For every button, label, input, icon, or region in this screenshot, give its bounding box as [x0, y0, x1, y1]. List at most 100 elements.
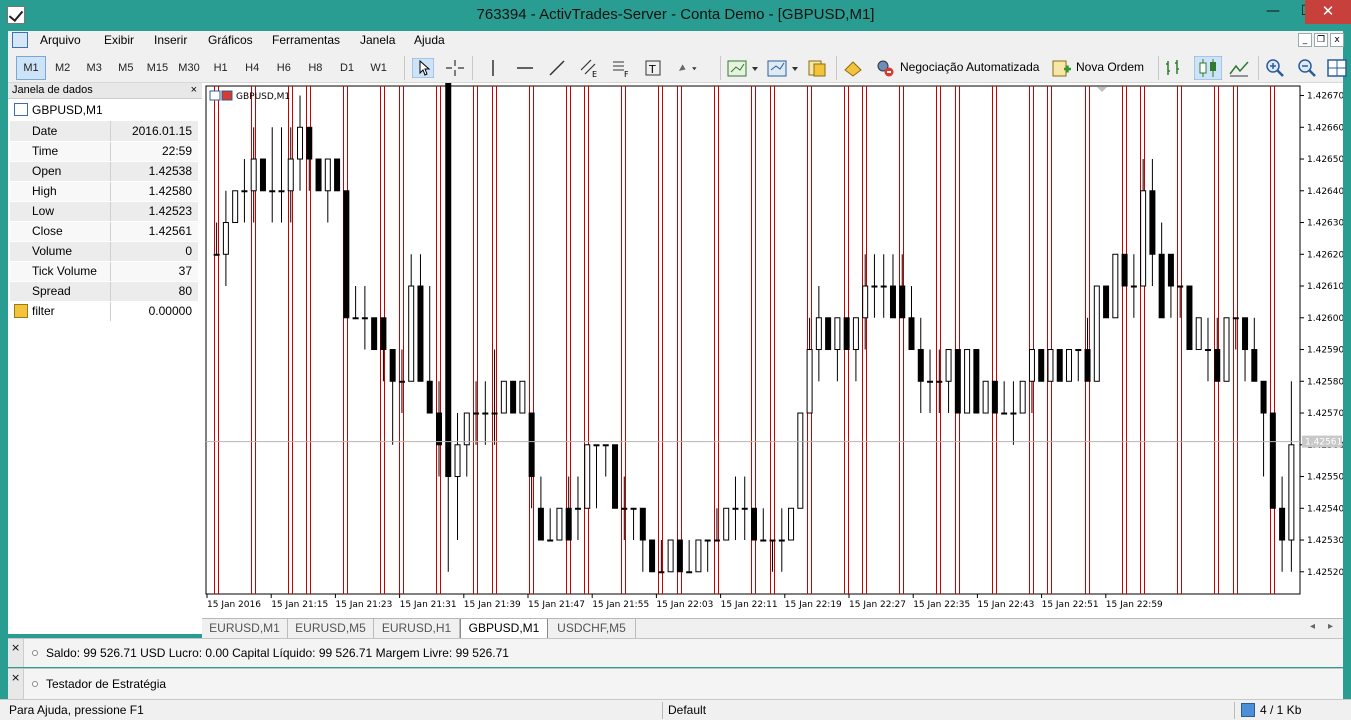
- chart-minimize-button[interactable]: _: [1298, 33, 1312, 47]
- timeframe-h8-button[interactable]: H8: [300, 56, 330, 80]
- y-tick-label: 1.42630: [1307, 219, 1343, 229]
- data-window-close-button[interactable]: ×: [191, 83, 197, 98]
- indicator-filter-key: filter: [10, 301, 111, 322]
- chart-tab-gbpusd-m1[interactable]: GBPUSD,M1: [460, 619, 548, 639]
- chart-tab-usdchf-m5[interactable]: USDCHF,M5: [548, 619, 636, 638]
- candle-body: [797, 412, 804, 509]
- tab-scroll-right-button[interactable]: ▸: [1328, 621, 1333, 632]
- price-chart-canvas[interactable]: 1.42670 1.42660 1.42650 1.42640 1.42630 1.426…: [202, 83, 1343, 618]
- tester-close-button[interactable]: ×: [11, 671, 20, 684]
- timeframe-m3-button[interactable]: M3: [79, 56, 109, 80]
- minimize-button[interactable]: —: [1257, 0, 1289, 24]
- terminal-side-strip: ×: [8, 639, 24, 667]
- candle-body: [1140, 190, 1147, 287]
- crosshair-icon[interactable]: [444, 58, 466, 78]
- menu-graficos[interactable]: Gráficos: [208, 33, 253, 47]
- auto-trading-label[interactable]: Negociação Automatizada: [900, 60, 1039, 74]
- menu-arquivo[interactable]: Arquivo: [40, 33, 81, 47]
- chart-tab-eurusd-h1[interactable]: EURUSD,H1: [374, 619, 460, 638]
- timeframe-h6-button[interactable]: H6: [269, 56, 299, 80]
- svg-text:T: T: [648, 63, 656, 76]
- data-row-close: Close 1.42561: [10, 221, 198, 242]
- menu-inserir[interactable]: Inserir: [154, 33, 187, 47]
- terminal-close-button[interactable]: ×: [11, 641, 20, 654]
- horizontal-line-icon[interactable]: [514, 58, 536, 78]
- timeframe-d1-button[interactable]: D1: [332, 56, 362, 80]
- x-tick-label: 15 Jan 22:59: [1106, 600, 1163, 610]
- bar-chart-icon[interactable]: [1162, 58, 1184, 78]
- candle-body: [723, 507, 730, 541]
- candle-body: [1149, 190, 1156, 255]
- indicator-filter-value: 0.00000: [110, 301, 198, 322]
- tab-scroll-left-button[interactable]: ◂: [1310, 621, 1315, 632]
- timeframe-h4-button[interactable]: H4: [237, 56, 267, 80]
- candle-body: [491, 412, 498, 415]
- close-button[interactable]: ✕: [1305, 0, 1351, 24]
- equidistant-channel-icon[interactable]: E: [578, 58, 600, 78]
- candle-body: [1112, 253, 1119, 319]
- menu-janela[interactable]: Janela: [360, 33, 395, 47]
- chart-symbol-label: GBPUSD,M1: [236, 92, 290, 102]
- menu-ferramentas[interactable]: Ferramentas: [272, 33, 340, 47]
- candle-body: [1010, 412, 1017, 415]
- chart-restore-button[interactable]: ❐: [1314, 33, 1328, 47]
- candle-body: [899, 285, 906, 319]
- candle-body: [1186, 285, 1193, 351]
- toolbar-separator: [1158, 56, 1159, 80]
- status-profile[interactable]: Default: [668, 703, 706, 717]
- arrows-dropdown-icon[interactable]: [676, 58, 698, 78]
- price-chart[interactable]: 1.42670 1.42660 1.42650 1.42640 1.42630 1.426…: [202, 83, 1343, 618]
- chart-tab-eurusd-m5[interactable]: EURUSD,M5: [288, 619, 374, 638]
- zoom-out-icon[interactable]: [1296, 58, 1318, 78]
- new-order-icon[interactable]: [1050, 58, 1072, 78]
- candle-body: [1103, 285, 1110, 319]
- timeframe-w1-button[interactable]: W1: [364, 56, 394, 80]
- candle-body: [880, 285, 887, 288]
- chart-tab-eurusd-m1[interactable]: EURUSD,M1: [202, 619, 288, 638]
- data-row-value: 1.42580: [110, 181, 198, 202]
- candle-body: [361, 317, 368, 320]
- candle-body: [917, 349, 924, 382]
- candlestick-chart-icon[interactable]: [1194, 56, 1222, 80]
- fibonacci-icon[interactable]: F: [610, 58, 632, 78]
- tile-windows-icon[interactable]: [1326, 58, 1348, 78]
- candle-body: [250, 158, 257, 192]
- cursor-icon[interactable]: [412, 58, 434, 78]
- timeframe-m1-button[interactable]: M1: [16, 56, 46, 80]
- strategy-tester-label[interactable]: Testador de Estratégia: [46, 677, 166, 691]
- candle-body: [889, 285, 896, 319]
- profiles-icon[interactable]: [766, 58, 800, 78]
- candle-body: [445, 83, 452, 478]
- trendline-icon[interactable]: [546, 58, 568, 78]
- data-window-symbol: GBPUSD,M1: [8, 99, 202, 121]
- candle-body: [435, 412, 442, 446]
- candle-body: [1214, 349, 1221, 382]
- chart-close-button[interactable]: x: [1330, 33, 1344, 47]
- meta-editor-icon[interactable]: [842, 58, 864, 78]
- candle-body: [630, 507, 637, 510]
- new-chart-icon[interactable]: [726, 58, 760, 78]
- timeframe-m30-button[interactable]: M30: [174, 56, 204, 80]
- timeframe-m5-button[interactable]: M5: [111, 56, 141, 80]
- zoom-in-icon[interactable]: [1264, 58, 1286, 78]
- menu-exibir[interactable]: Exibir: [104, 33, 134, 47]
- timeframe-m2-button[interactable]: M2: [48, 56, 78, 80]
- candle-body: [945, 349, 952, 382]
- data-row-value: 37: [110, 261, 198, 282]
- candle-body: [843, 317, 850, 351]
- candle-body: [862, 285, 869, 319]
- candle-body: [1288, 444, 1295, 541]
- vertical-line-icon[interactable]: [482, 58, 504, 78]
- data-row-key: Open: [10, 161, 111, 182]
- candle-body: [1038, 349, 1045, 382]
- timeframe-h1-button[interactable]: H1: [206, 56, 236, 80]
- text-tool-icon[interactable]: T: [642, 58, 664, 78]
- data-row-key: Volume: [10, 241, 111, 262]
- market-watch-icon[interactable]: [806, 58, 828, 78]
- auto-trading-icon[interactable]: [874, 58, 896, 78]
- line-chart-icon[interactable]: [1228, 58, 1250, 78]
- new-order-label[interactable]: Nova Ordem: [1076, 60, 1144, 74]
- timeframe-m15-button[interactable]: M15: [142, 56, 172, 80]
- chart-window-icon[interactable]: [12, 32, 28, 48]
- menu-ajuda[interactable]: Ajuda: [414, 33, 445, 47]
